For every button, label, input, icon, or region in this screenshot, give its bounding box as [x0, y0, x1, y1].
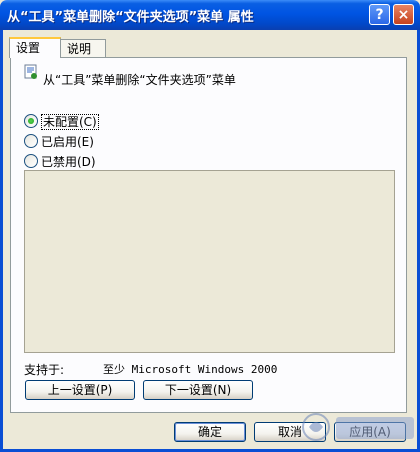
cancel-button[interactable]: 取消	[254, 422, 326, 442]
help-button[interactable]: ?	[369, 4, 390, 25]
tab-settings[interactable]: 设置	[9, 37, 61, 58]
policy-setting-icon	[24, 64, 37, 79]
radio-label-enabled: 已启用(E)	[41, 135, 94, 149]
radio-button-selected[interactable]	[24, 114, 38, 128]
radio-enabled[interactable]: 已启用(E)	[24, 133, 94, 150]
radio-button[interactable]	[24, 154, 38, 168]
previous-setting-button[interactable]: 上一设置(P)	[25, 380, 135, 400]
window-frame-left	[0, 30, 3, 452]
comment-area	[24, 170, 395, 353]
close-button[interactable]: ×	[393, 4, 414, 25]
next-setting-button[interactable]: 下一设置(N)	[143, 380, 253, 400]
ok-button[interactable]: 确定	[174, 422, 246, 442]
tab-description[interactable]: 说明	[60, 39, 106, 58]
apply-button[interactable]: 应用(A)	[334, 422, 406, 442]
radio-label-disabled: 已禁用(D)	[41, 155, 96, 169]
supported-on-value: 至少 Microsoft Windows 2000	[103, 363, 278, 376]
radio-not-configured[interactable]: 未配置(C)	[24, 113, 99, 130]
title-bar[interactable]: 从“工具”菜单删除“文件夹选项”菜单 属性 ? ×	[0, 0, 420, 30]
radio-disabled[interactable]: 已禁用(D)	[24, 153, 96, 170]
window-title: 从“工具”菜单删除“文件夹选项”菜单 属性	[7, 10, 254, 25]
radio-label-not-configured: 未配置(C)	[41, 114, 99, 130]
radio-button[interactable]	[24, 134, 38, 148]
policy-name: 从“工具”菜单删除“文件夹选项”菜单	[43, 73, 236, 87]
supported-on-label: 支持于:	[24, 363, 65, 377]
